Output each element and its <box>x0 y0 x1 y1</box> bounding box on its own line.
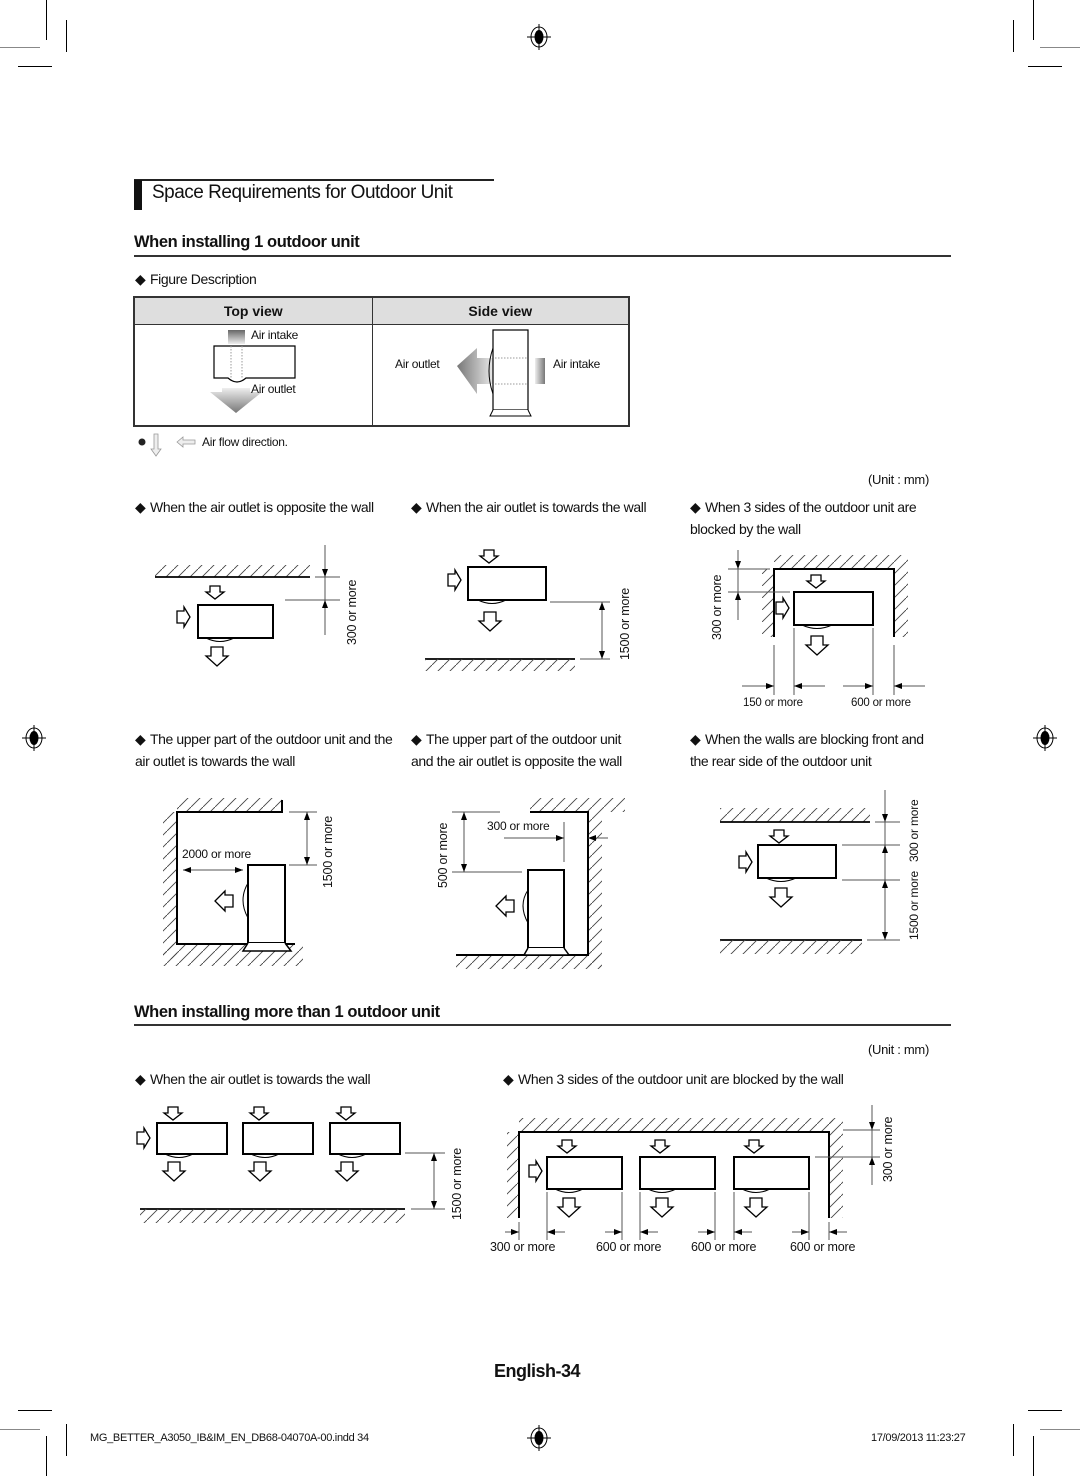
case-5-dim-500: 500 or more <box>436 822 450 888</box>
top-view-air-outlet-label: Air outlet <box>251 382 296 396</box>
crop-mark <box>18 66 52 67</box>
air-flow-note: Air flow direction. <box>202 435 288 449</box>
case-4-dim-1500: 1500 or more <box>321 816 335 888</box>
registration-mark-icon <box>527 24 551 50</box>
case-2-dim-1500: 1500 or more <box>618 588 632 660</box>
registration-mark-icon <box>1033 725 1057 751</box>
unit-label: (Unit : mm) <box>868 1042 929 1057</box>
multi-case-2-text: ◆ When 3 sides of the outdoor unit are bl… <box>503 1071 844 1087</box>
air-flow-arrows-icon <box>138 433 196 457</box>
multi-case-2-diagram <box>505 1105 880 1240</box>
top-view-air-intake-label: Air intake <box>251 328 299 342</box>
case-4-text: ◆ The upper part of the outdoor unit and … <box>135 731 393 769</box>
case-3-diagram <box>728 550 925 695</box>
case-3-dim-300: 300 or more <box>710 574 724 640</box>
multi-case-2-dim-600-a: 600 or more <box>596 1240 662 1254</box>
footer-filename: MG_BETTER_A3050_IB&IM_EN_DB68-04070A-00.… <box>90 1432 369 1444</box>
single-unit-heading: When installing 1 outdoor unit <box>134 233 360 251</box>
crop-mark <box>0 1429 40 1430</box>
page-number: English-34 <box>494 1361 581 1381</box>
multi-case-2-dim-300: 300 or more <box>490 1240 556 1254</box>
crop-mark <box>1028 1410 1062 1411</box>
case-6-dim-1500: 1500 or more <box>907 871 921 940</box>
crop-mark <box>1033 1436 1034 1476</box>
title-bar <box>134 180 142 210</box>
table-header-top-view: Top view <box>133 296 373 325</box>
side-view-diagram <box>457 329 545 417</box>
case-2-diagram <box>425 549 610 671</box>
crop-mark <box>1013 1424 1014 1456</box>
crop-mark <box>1028 66 1062 67</box>
crop-mark <box>66 1424 67 1456</box>
multi-case-2-dim-300-side: 300 or more <box>881 1116 895 1182</box>
crop-mark <box>1013 20 1014 52</box>
multi-case-1-text: ◆ When the air outlet is towards the wall <box>135 1071 371 1087</box>
multi-case-1-diagram <box>136 1106 445 1223</box>
section-title: Space Requirements for Outdoor Unit <box>152 182 453 203</box>
side-view-air-intake-label: Air intake <box>553 357 601 371</box>
case-4-dim-2000: 2000 or more <box>182 847 251 861</box>
case-5-text: ◆ The upper part of the outdoor unit and … <box>411 731 622 769</box>
crop-mark <box>0 47 40 48</box>
multi-case-1-dim-1500: 1500 or more <box>450 1148 464 1220</box>
registration-mark-icon <box>527 1425 551 1451</box>
case-1-diagram <box>155 545 340 667</box>
crop-mark <box>1040 47 1080 48</box>
title-rule <box>134 179 494 181</box>
case-1-dim-300: 300 or more <box>345 579 359 645</box>
case-6-text: ◆ When the walls are blocking front and t… <box>690 731 924 769</box>
crop-mark <box>18 1410 52 1411</box>
case-3-dim-600: 600 or more <box>851 697 911 709</box>
case-3-text: ◆ When 3 sides of the outdoor unit are bl… <box>690 499 917 537</box>
multi-unit-heading: When installing more than 1 outdoor unit <box>134 1003 440 1021</box>
crop-mark <box>1033 0 1034 40</box>
registration-mark-icon <box>22 725 46 751</box>
crop-mark <box>46 0 47 40</box>
figure-description-label: ◆ Figure Description <box>135 271 257 287</box>
multi-case-2-dim-600-b: 600 or more <box>691 1240 757 1254</box>
table-header-side-view: Side view <box>371 296 630 325</box>
crop-mark <box>46 1436 47 1476</box>
case-2-text: ◆ When the air outlet is towards the wall <box>411 499 647 515</box>
unit-label: (Unit : mm) <box>868 472 929 487</box>
multi-case-2-dim-600-c: 600 or more <box>790 1240 856 1254</box>
case-5-dim-300: 300 or more <box>487 819 550 833</box>
heading-rule <box>134 1024 951 1026</box>
side-view-air-outlet-label: Air outlet <box>395 357 440 371</box>
crop-mark <box>1040 1429 1080 1430</box>
case-3-dim-150: 150 or more <box>743 697 803 709</box>
case-1-text: ◆ When the air outlet is opposite the wal… <box>135 499 374 515</box>
heading-rule <box>134 255 951 257</box>
case-6-dim-300: 300 or more <box>907 799 921 863</box>
crop-mark <box>66 20 67 52</box>
footer-datetime: 17/09/2013 11:23:27 <box>871 1432 966 1444</box>
